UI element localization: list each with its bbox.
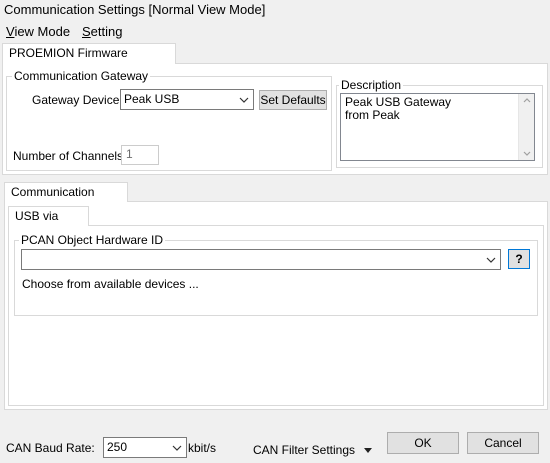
description-scrollbar[interactable] (518, 94, 534, 160)
baud-rate-value: 250 (107, 440, 128, 454)
chevron-down-icon (484, 250, 498, 269)
channels-field: 1 (121, 145, 159, 165)
menu-setting[interactable]: Setting (82, 24, 122, 39)
cancel-button[interactable]: Cancel (467, 432, 539, 454)
baud-rate-unit: kbit/s (188, 441, 217, 455)
menu-setting-label: etting (90, 24, 123, 39)
tab-join (3, 63, 175, 65)
menu-view-mode-label: iew Mode (14, 24, 71, 39)
tab-join-3 (9, 225, 88, 227)
choose-devices-hint: Choose from available devices ... (22, 277, 199, 291)
tab-usb-via-pcan[interactable]: USB via PCAN (8, 206, 89, 242)
scroll-down-icon[interactable] (523, 151, 531, 156)
tab-join-2 (5, 201, 127, 203)
gateway-group-label: Communication Gateway (12, 69, 151, 83)
description-group-label: Description (339, 78, 404, 92)
baud-rate-label: CAN Baud Rate: (6, 441, 95, 455)
ok-button[interactable]: OK (387, 432, 459, 454)
chevron-down-icon (237, 90, 251, 109)
description-line-2: from Peak (345, 108, 400, 122)
menu-setting-accel: S (82, 24, 91, 39)
pcan-hw-id-select[interactable] (21, 249, 501, 270)
scroll-up-icon[interactable] (523, 98, 531, 103)
help-button[interactable]: ? (508, 249, 530, 269)
can-filter-settings-dropdown[interactable]: CAN Filter Settings (253, 443, 373, 457)
channels-label: Number of Channels: (13, 149, 127, 163)
caret-down-icon (364, 448, 373, 454)
gateway-device-label: Gateway Device: (32, 93, 123, 107)
set-defaults-button[interactable]: Set Defaults (259, 90, 327, 110)
window-title: Communication Settings [Normal View Mode… (4, 2, 266, 17)
menu-bar: View Mode Setting (0, 24, 550, 42)
pcan-hw-group-label: PCAN Object Hardware ID (19, 233, 166, 247)
gateway-device-value: Peak USB (124, 92, 180, 106)
baud-rate-select[interactable]: 250 (103, 437, 187, 458)
tab-communication-device[interactable]: Communication Device (4, 182, 128, 218)
description-textarea[interactable]: Peak USB Gateway from Peak (340, 93, 535, 161)
chevron-down-icon (170, 438, 184, 457)
tab-proemion-firmware-programmer[interactable]: PROEMION Firmware Programmer (2, 43, 176, 79)
can-filter-label: CAN Filter Settings (253, 443, 356, 457)
menu-view-mode[interactable]: View Mode (6, 24, 70, 39)
gateway-device-select[interactable]: Peak USB (120, 89, 254, 110)
